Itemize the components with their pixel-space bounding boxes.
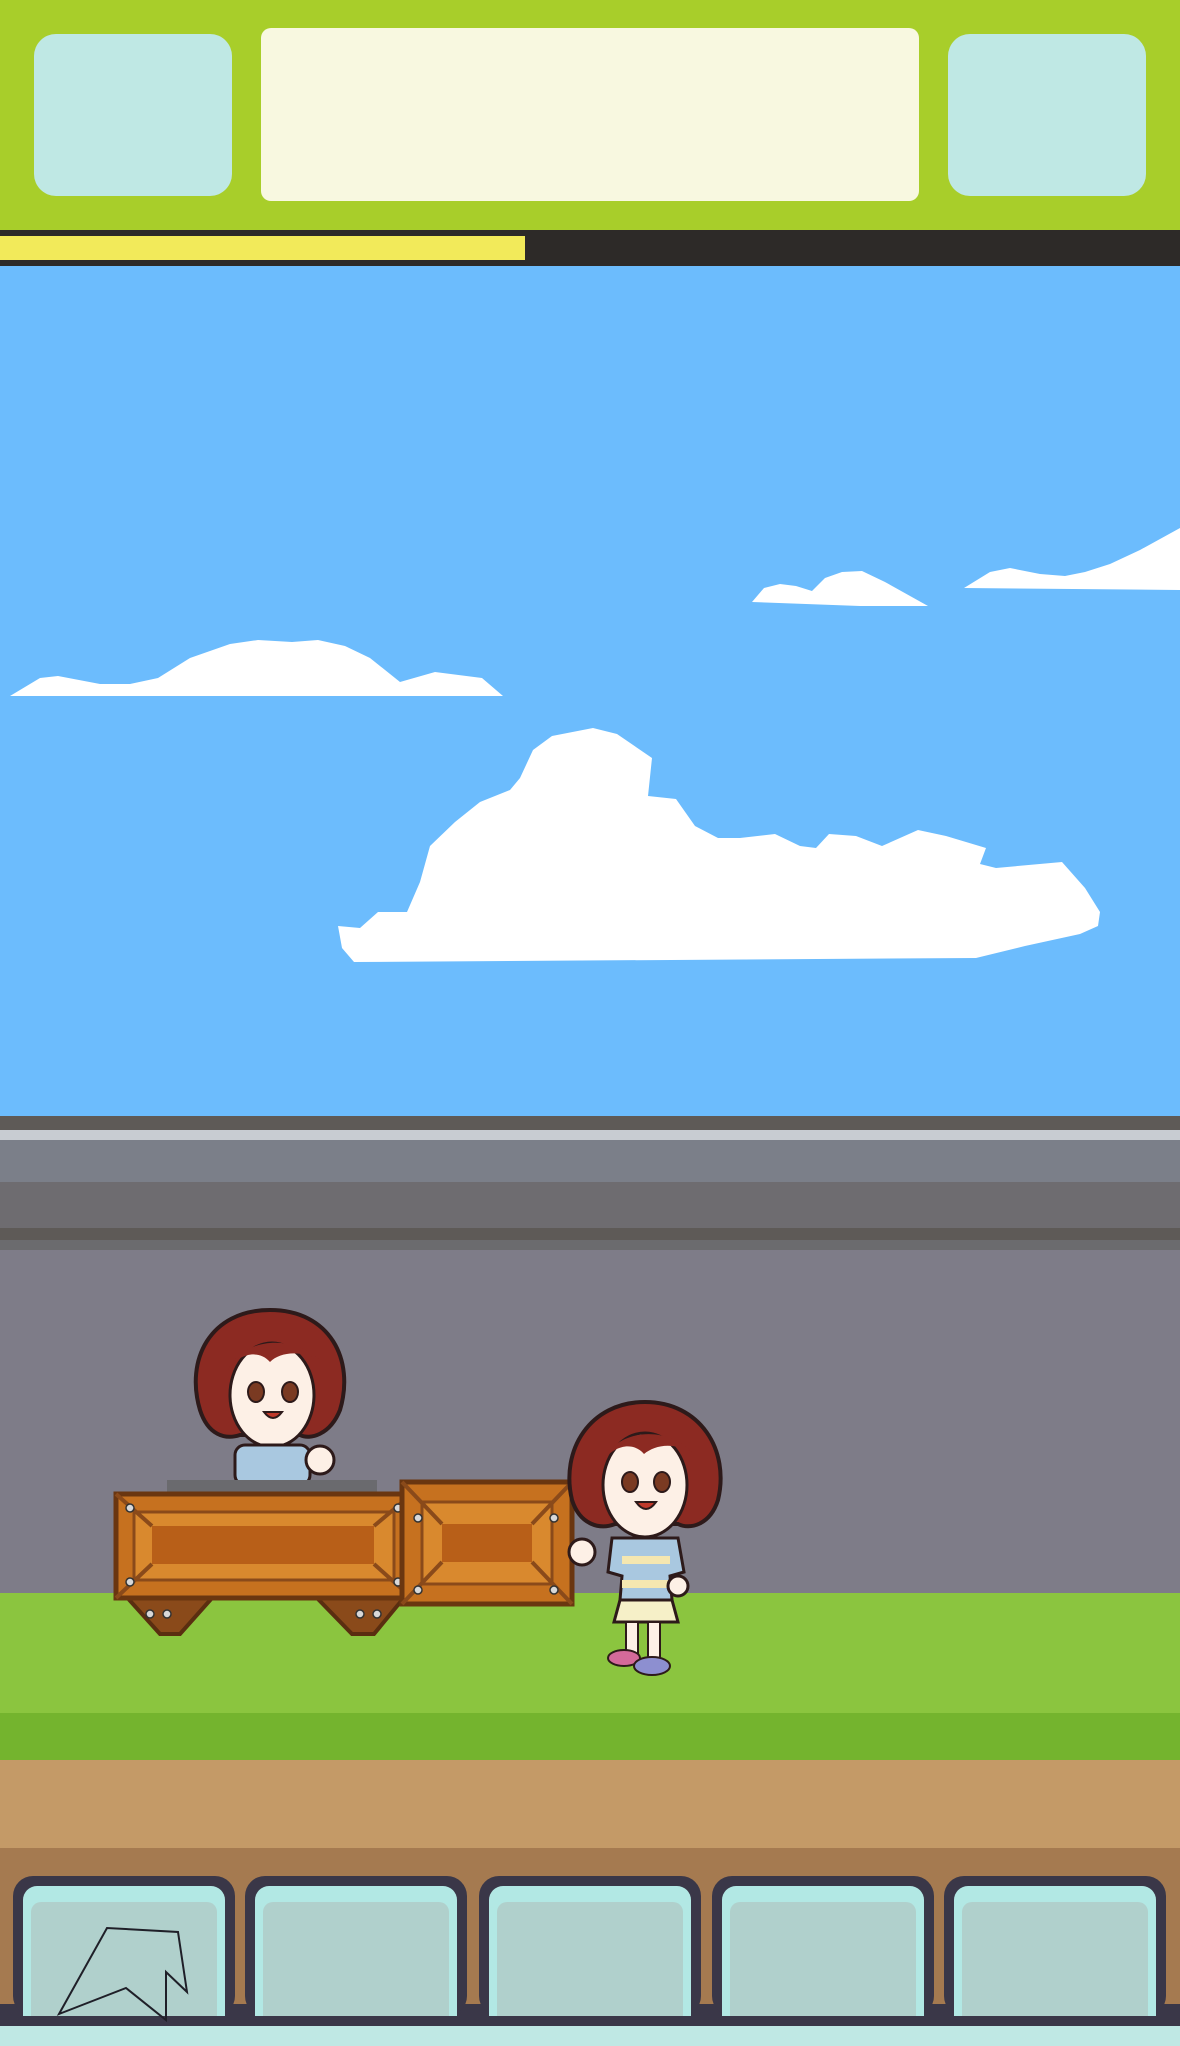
cloud-left	[10, 640, 503, 696]
dirt	[0, 1760, 1180, 1848]
cloud-right	[964, 528, 1180, 590]
toolbar-slot-5[interactable]	[944, 1876, 1166, 2016]
cloud-small	[752, 571, 928, 606]
sky	[0, 266, 1180, 1116]
toolbar-slot-2[interactable]	[245, 1876, 467, 2016]
cloud-big	[338, 728, 1100, 962]
progress-fill	[0, 236, 525, 260]
hud-right-button[interactable]	[948, 34, 1146, 196]
hud-left-button[interactable]	[34, 34, 232, 196]
road-edge-top	[0, 1116, 1180, 1130]
large-crate[interactable]	[112, 1490, 417, 1638]
girl-behind-crate[interactable]	[180, 1300, 360, 1490]
road-edge-bottom	[0, 1228, 1180, 1240]
road-curb	[0, 1240, 1180, 1250]
toolbar-slot-3[interactable]	[479, 1876, 701, 2016]
road-lane	[0, 1140, 1180, 1182]
cursor-arrow-icon	[56, 1926, 189, 2023]
toolbar-slot-4[interactable]	[712, 1876, 934, 2016]
grass-dark	[0, 1713, 1180, 1760]
small-crate[interactable]	[398, 1478, 576, 1608]
road-lane-lower	[0, 1182, 1180, 1228]
hud-title-panel	[261, 28, 919, 201]
road-line	[0, 1130, 1180, 1140]
toolbar-slot-1[interactable]	[13, 1876, 235, 2023]
clouds	[10, 528, 1180, 962]
toolbar-strip	[0, 2026, 1180, 2046]
girl-standing[interactable]	[560, 1390, 730, 1680]
